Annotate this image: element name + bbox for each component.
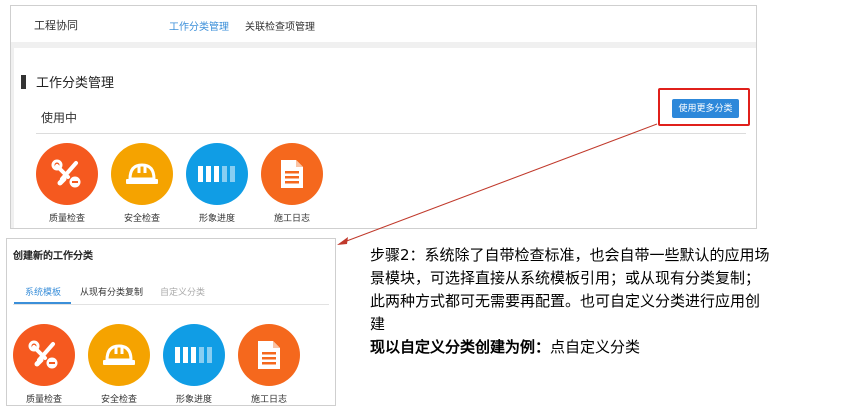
instruction-line: 步骤2：系统除了自带检查标准，也会自带一些默认的应用场 xyxy=(370,246,770,264)
instruction-tail: 点自定义分类 xyxy=(550,338,641,356)
document-icon xyxy=(238,324,300,386)
app-label: 形象进度 xyxy=(175,395,212,405)
dialog-title: 创建新的工作分类 xyxy=(13,251,93,262)
wrench-screwdriver-icon xyxy=(13,324,75,386)
tab-system-template[interactable]: 系统模板 xyxy=(25,285,61,298)
app-label: 安全检查 xyxy=(100,395,137,405)
instruction-line: 建 xyxy=(370,315,386,333)
app-label: 施工日志 xyxy=(250,395,287,405)
instruction-example: 现以自定义分类创建为例：点自定义分类 xyxy=(370,336,855,359)
template-construction-log[interactable]: 施工日志 xyxy=(234,324,304,405)
progress-bars-icon xyxy=(163,324,225,386)
instruction-text: 步骤2：系统除了自带检查标准，也会自带一些默认的应用场 景模块，可选择直接从系统… xyxy=(370,244,855,359)
template-quality-check[interactable]: 质量检查 xyxy=(9,324,79,405)
hard-hat-icon xyxy=(88,324,150,386)
tab-copy-existing[interactable]: 从现有分类复制 xyxy=(80,285,143,298)
instruction-line: 景模块，可选择直接从系统模板引用；或从现有分类复制； xyxy=(370,269,761,287)
tab-divider xyxy=(13,304,329,305)
instruction-line: 此两种方式都可无需要再配置。也可自定义分类进行应用创 xyxy=(370,292,761,310)
app-label: 质量检查 xyxy=(25,395,62,405)
template-progress-image[interactable]: 形象进度 xyxy=(159,324,229,405)
instruction-emphasis: 现以自定义分类创建为例： xyxy=(370,338,551,356)
template-safety-check[interactable]: 安全检查 xyxy=(84,324,154,405)
tab-custom-category[interactable]: 自定义分类 xyxy=(160,285,205,298)
create-category-dialog: 创建新的工作分类 系统模板 从现有分类复制 自定义分类 质量检查 安全检查 形象… xyxy=(6,238,336,406)
